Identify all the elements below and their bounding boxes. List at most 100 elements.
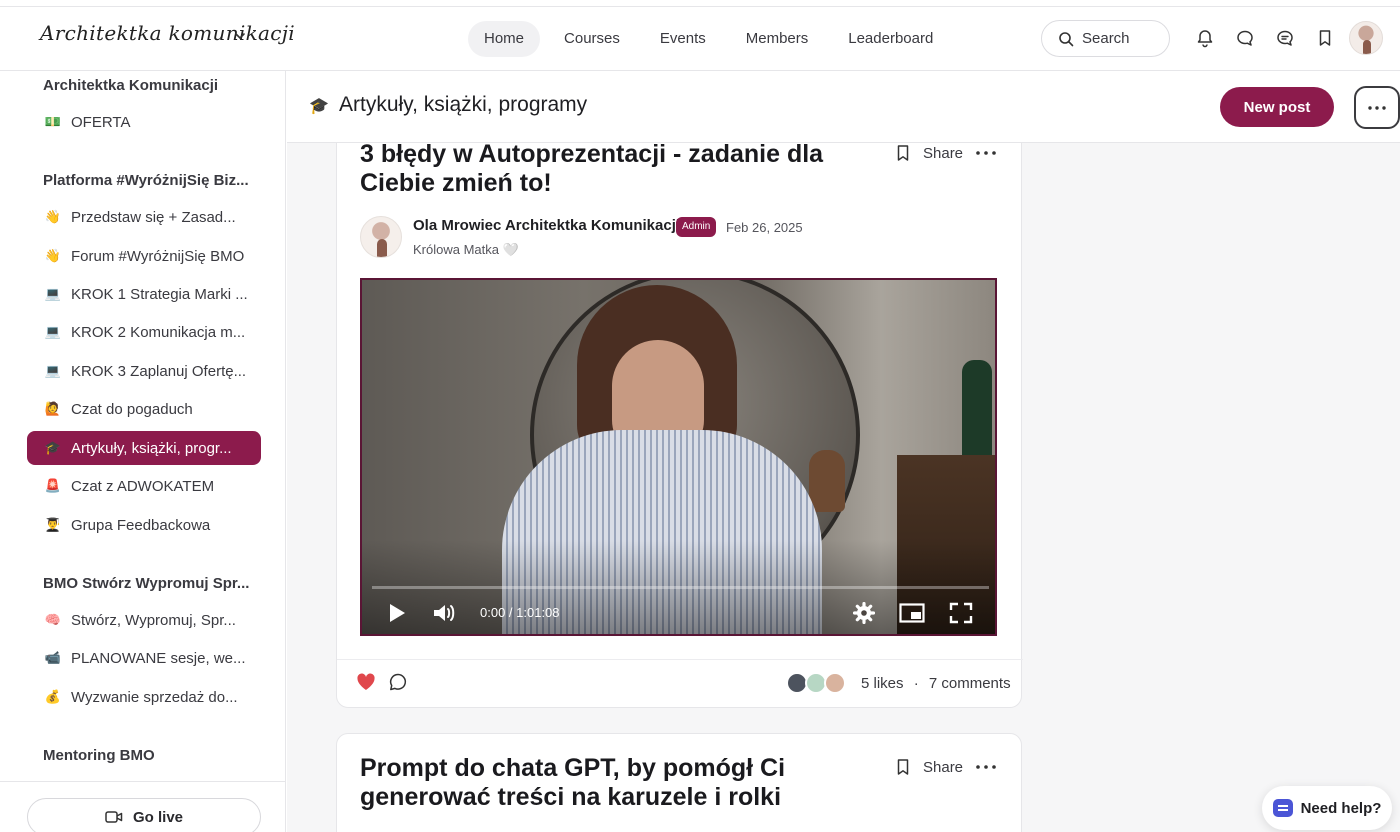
waving-hand-icon: 👋 xyxy=(44,248,62,263)
divider xyxy=(0,781,286,782)
sidebar-section-title[interactable]: BMO Stwórz Wypromuj Spr... xyxy=(43,575,249,592)
money-bag-icon: 💰 xyxy=(44,689,62,704)
bell-icon[interactable] xyxy=(1193,26,1217,50)
nav-courses[interactable]: Courses xyxy=(548,21,636,57)
sidebar-item-czat-z-adwokatem[interactable]: 🚨 Czat z ADWOKATEM xyxy=(27,469,261,503)
comments-count[interactable]: 7 comments xyxy=(929,675,1011,692)
separator-dot: · xyxy=(913,675,919,692)
go-live-label: Go live xyxy=(132,808,184,826)
sidebar-section-title[interactable]: Mentoring BMO xyxy=(43,747,155,764)
video-frame-plant xyxy=(962,360,992,470)
laptop-icon: 💻 xyxy=(44,324,62,339)
sidebar-item-label: Wyzwanie sprzedaż do... xyxy=(71,688,238,706)
sidebar-item-label: KROK 2 Komunikacja m... xyxy=(71,323,246,341)
nav-events[interactable]: Events xyxy=(644,21,722,57)
sidebar-item-krok-2[interactable]: 💻 KROK 2 Komunikacja m... xyxy=(27,315,261,349)
post-card: 3 błędy w Autoprezentacji - zadanie dla … xyxy=(336,111,1023,708)
video-camera-icon: 📹 xyxy=(44,650,62,665)
messages-icon[interactable] xyxy=(1273,26,1297,50)
post-actions: Share xyxy=(893,757,997,777)
play-icon[interactable] xyxy=(382,600,412,626)
sidebar-item-label: Grupa Feedbackowa xyxy=(71,516,211,534)
video-progress-bar[interactable] xyxy=(372,586,989,589)
sidebar-item-wyzwanie-sprzedaz[interactable]: 💰 Wyzwanie sprzedaż do... xyxy=(27,680,261,714)
laptop-icon: 💻 xyxy=(44,363,62,378)
sidebar-item-krok-3[interactable]: 💻 KROK 3 Zaplanuj Ofertę... xyxy=(27,354,261,388)
nav-home[interactable]: Home xyxy=(468,21,541,57)
ellipsis-icon[interactable] xyxy=(975,150,997,156)
likers-avatars[interactable] xyxy=(786,672,846,694)
sidebar-item-forum[interactable]: 👋 Forum #WyróżnijSię BMO xyxy=(27,239,261,273)
top-navigation-bar: Architektka komunikacji Home Courses Eve… xyxy=(0,6,1400,71)
video-player[interactable]: 0:00 / 1:01:08 xyxy=(360,278,997,636)
bookmark-icon[interactable] xyxy=(893,757,913,777)
header-icons xyxy=(1193,26,1337,50)
sidebar-item-label: KROK 3 Zaplanuj Ofertę... xyxy=(71,362,247,380)
search-button[interactable]: Search xyxy=(1041,20,1170,57)
sidebar: Architektka Komunikacji 💵 OFERTA Platfor… xyxy=(0,71,286,832)
share-button[interactable]: Share xyxy=(923,145,963,162)
page-title: Artykuły, książki, programy xyxy=(339,93,588,116)
avatar xyxy=(824,672,846,694)
sidebar-item-label: Czat z ADWOKATEM xyxy=(71,477,215,495)
chat-bubble-icon[interactable] xyxy=(1233,26,1257,50)
money-icon: 💵 xyxy=(44,114,62,129)
author-avatar[interactable] xyxy=(360,216,402,258)
sidebar-item-label: Czat do pogaduch xyxy=(71,400,193,418)
bookmark-icon[interactable] xyxy=(893,143,913,163)
laptop-icon: 💻 xyxy=(44,286,62,301)
new-post-button[interactable]: New post xyxy=(1220,87,1334,127)
sidebar-item-oferta[interactable]: 💵 OFERTA xyxy=(27,105,261,139)
sidebar-item-krok-1[interactable]: 💻 KROK 1 Strategia Marki ... xyxy=(27,277,261,311)
main-content: 🎓 Artykuły, książki, programy New post 3… xyxy=(287,71,1400,832)
community-logo[interactable]: Architektka komunikacji xyxy=(40,21,295,45)
sidebar-section-title[interactable]: Architektka Komunikacji xyxy=(43,77,218,94)
volume-icon[interactable] xyxy=(430,600,460,626)
sidebar-item-label: Stwórz, Wypromuj, Spr... xyxy=(71,611,236,629)
author-name[interactable]: Ola Mrowiec Architektka Komunikacji xyxy=(413,217,680,234)
sidebar-section-title[interactable]: Platforma #WyróżnijSię Biz... xyxy=(43,172,249,189)
divider xyxy=(337,659,1023,660)
sidebar-item-grupa-feedbackowa[interactable]: 👨‍🎓 Grupa Feedbackowa xyxy=(27,508,261,542)
sidebar-item-przedstaw-sie[interactable]: 👋 Przedstaw się + Zasad... xyxy=(27,200,261,234)
graduation-cap-icon: 🎓 xyxy=(309,98,329,115)
raising-hand-icon: 🙋 xyxy=(44,401,62,416)
heart-icon[interactable] xyxy=(356,673,376,691)
sidebar-item-label: Przedstaw się + Zasad... xyxy=(71,208,236,226)
sidebar-item-label: OFERTA xyxy=(71,113,131,131)
nav-members[interactable]: Members xyxy=(730,21,825,57)
settings-gear-icon[interactable] xyxy=(849,600,879,626)
need-help-button[interactable]: Need help? xyxy=(1262,786,1392,830)
chevron-down-icon[interactable] xyxy=(233,29,247,43)
fullscreen-icon[interactable] xyxy=(946,600,976,626)
go-live-button[interactable]: Go live xyxy=(27,798,261,832)
video-frame-statue xyxy=(809,450,845,512)
author-subtitle: Królowa Matka 🤍 xyxy=(413,242,519,257)
search-label: Search xyxy=(1082,30,1130,47)
space-header: 🎓 Artykuły, książki, programy New post xyxy=(287,71,1400,143)
sidebar-item-label: KROK 1 Strategia Marki ... xyxy=(71,285,248,303)
siren-icon: 🚨 xyxy=(44,478,62,493)
comment-icon[interactable] xyxy=(388,672,408,692)
bookmark-icon[interactable] xyxy=(1313,26,1337,50)
user-avatar[interactable] xyxy=(1349,21,1383,55)
main-nav: Home Courses Events Members Leaderboard xyxy=(468,21,957,57)
share-button[interactable]: Share xyxy=(923,759,963,776)
post-title[interactable]: Prompt do chata GPT, by pomógł Ci genero… xyxy=(360,754,860,812)
search-icon xyxy=(1059,31,1074,46)
sidebar-item-czat-do-pogaduch[interactable]: 🙋 Czat do pogaduch xyxy=(27,392,261,426)
post-title[interactable]: 3 błędy w Autoprezentacji - zadanie dla … xyxy=(360,140,860,198)
chat-support-icon xyxy=(1272,799,1293,817)
more-options-button[interactable] xyxy=(1354,86,1400,129)
sidebar-item-label: Forum #WyróżnijSię BMO xyxy=(71,247,245,265)
sidebar-item-artykuly[interactable]: 🎓 Artykuły, książki, progr... xyxy=(27,431,261,465)
likes-count[interactable]: 5 likes xyxy=(861,675,904,692)
sidebar-item-planowane-sesje[interactable]: 📹 PLANOWANE sesje, we... xyxy=(27,641,261,675)
video-time: 0:00 / 1:01:08 xyxy=(480,605,560,620)
sidebar-item-stworz-wypromuj[interactable]: 🧠 Stwórz, Wypromuj, Spr... xyxy=(27,603,261,637)
post-actions: Share xyxy=(893,143,997,163)
picture-in-picture-icon[interactable] xyxy=(897,600,927,626)
ellipsis-icon[interactable] xyxy=(975,764,997,770)
nav-leaderboard[interactable]: Leaderboard xyxy=(832,21,949,57)
video-camera-icon xyxy=(105,811,123,823)
